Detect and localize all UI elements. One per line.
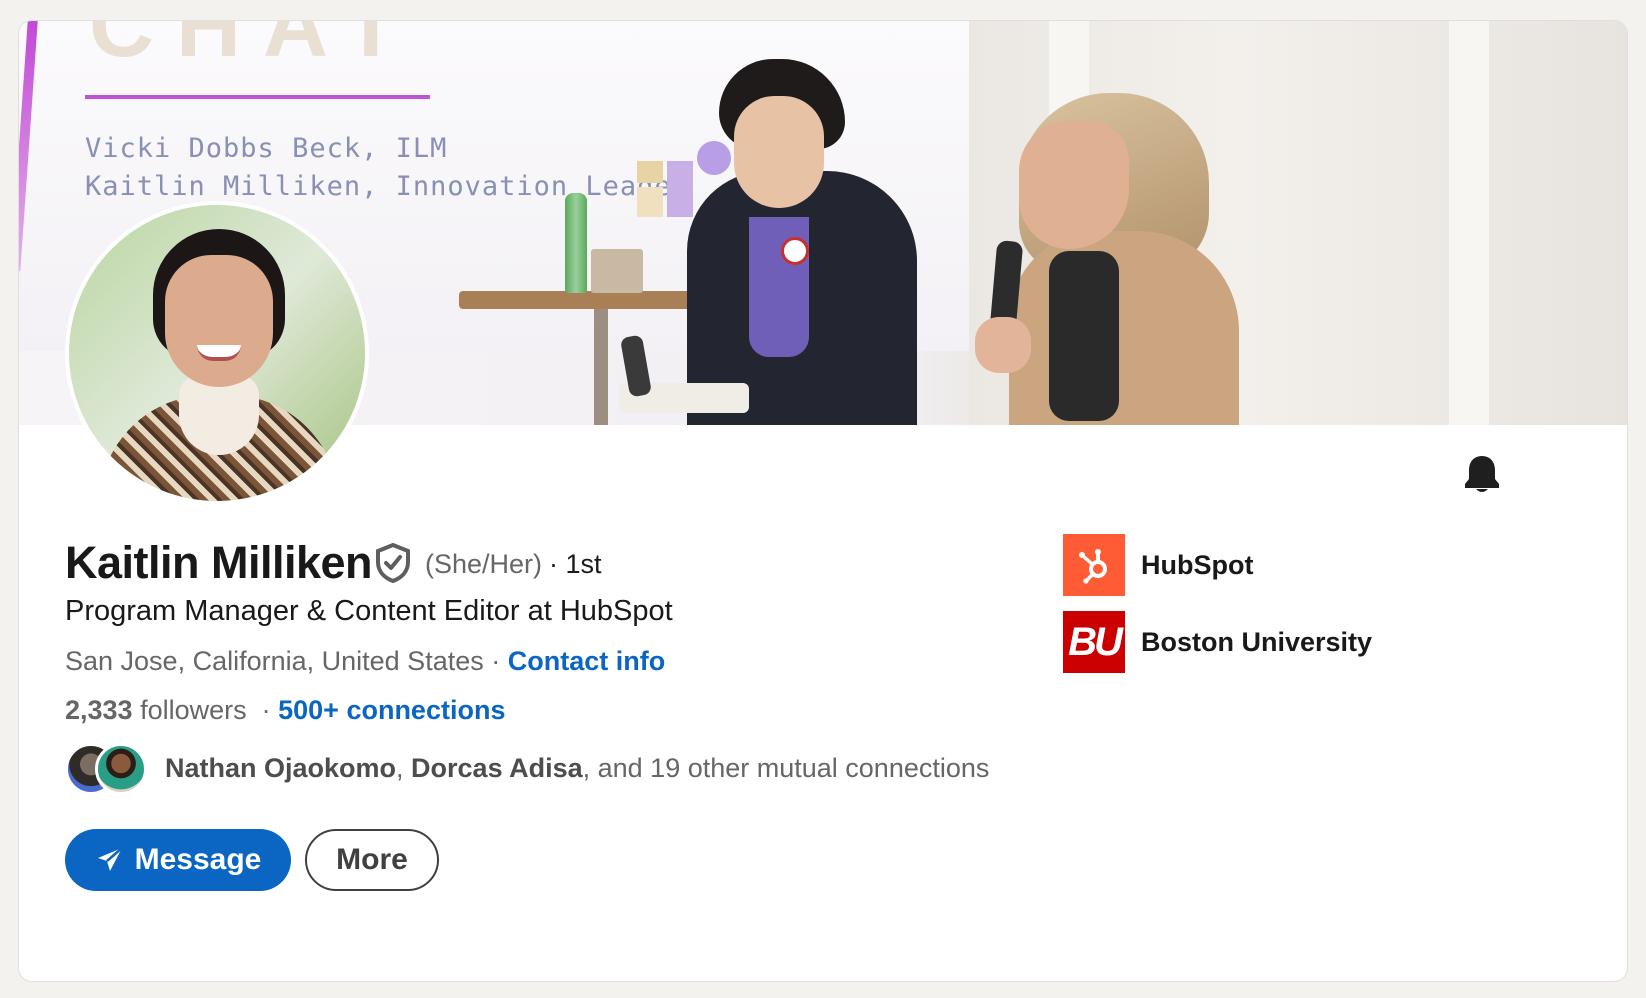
mutual-connections-link[interactable]: Nathan Ojaokomo, Dorcas Adisa, and 19 ot… xyxy=(165,753,989,784)
location: San Jose, California, United States xyxy=(65,646,484,676)
profile-name: Kaitlin Milliken xyxy=(65,537,373,588)
connection-degree: · 1st xyxy=(549,549,602,579)
bell-icon[interactable] xyxy=(1459,451,1505,497)
mutual-name-1: Nathan Ojaokomo xyxy=(165,753,397,783)
followers-count: 2,333 xyxy=(65,695,133,725)
screen-big-text: CHAT xyxy=(89,21,421,76)
hubspot-sprocket-icon xyxy=(1063,534,1125,596)
shield-check-icon[interactable] xyxy=(375,542,411,584)
message-button-label: Message xyxy=(134,843,262,876)
avatar xyxy=(95,743,147,795)
connections-link[interactable]: 500+ connections xyxy=(278,695,505,725)
pronouns: (She/Her) xyxy=(425,549,543,579)
more-button[interactable]: More xyxy=(305,829,439,891)
screen-line-1: Vicki Dobbs Beck, ILM xyxy=(85,133,448,164)
profile-card: CHAT Vicki Dobbs Beck, ILM Kaitlin Milli… xyxy=(18,20,1628,982)
org-name: Boston University xyxy=(1141,626,1373,657)
org-name: HubSpot xyxy=(1141,549,1254,580)
screen-line-2: Kaitlin Milliken, Innovation Leader xyxy=(85,171,689,202)
followers-line: 2,333 followers · 500+ connections xyxy=(65,695,506,725)
profile-headline: Program Manager & Content Editor at HubS… xyxy=(65,595,673,627)
message-button[interactable]: Message xyxy=(65,829,291,891)
more-button-label: More xyxy=(336,843,408,876)
mutual-avatars[interactable] xyxy=(65,743,155,795)
location-line: San Jose, California, United States · Co… xyxy=(65,646,666,676)
bu-logo: BU xyxy=(1063,611,1125,673)
profile-avatar[interactable] xyxy=(65,201,369,505)
mutual-name-2: Dorcas Adisa xyxy=(411,753,583,783)
paper-plane-icon xyxy=(97,847,123,871)
org-hubspot[interactable]: HubSpot xyxy=(1063,534,1253,596)
org-boston-university[interactable]: BU Boston University xyxy=(1063,611,1372,673)
contact-info-link[interactable]: Contact info xyxy=(508,646,665,676)
